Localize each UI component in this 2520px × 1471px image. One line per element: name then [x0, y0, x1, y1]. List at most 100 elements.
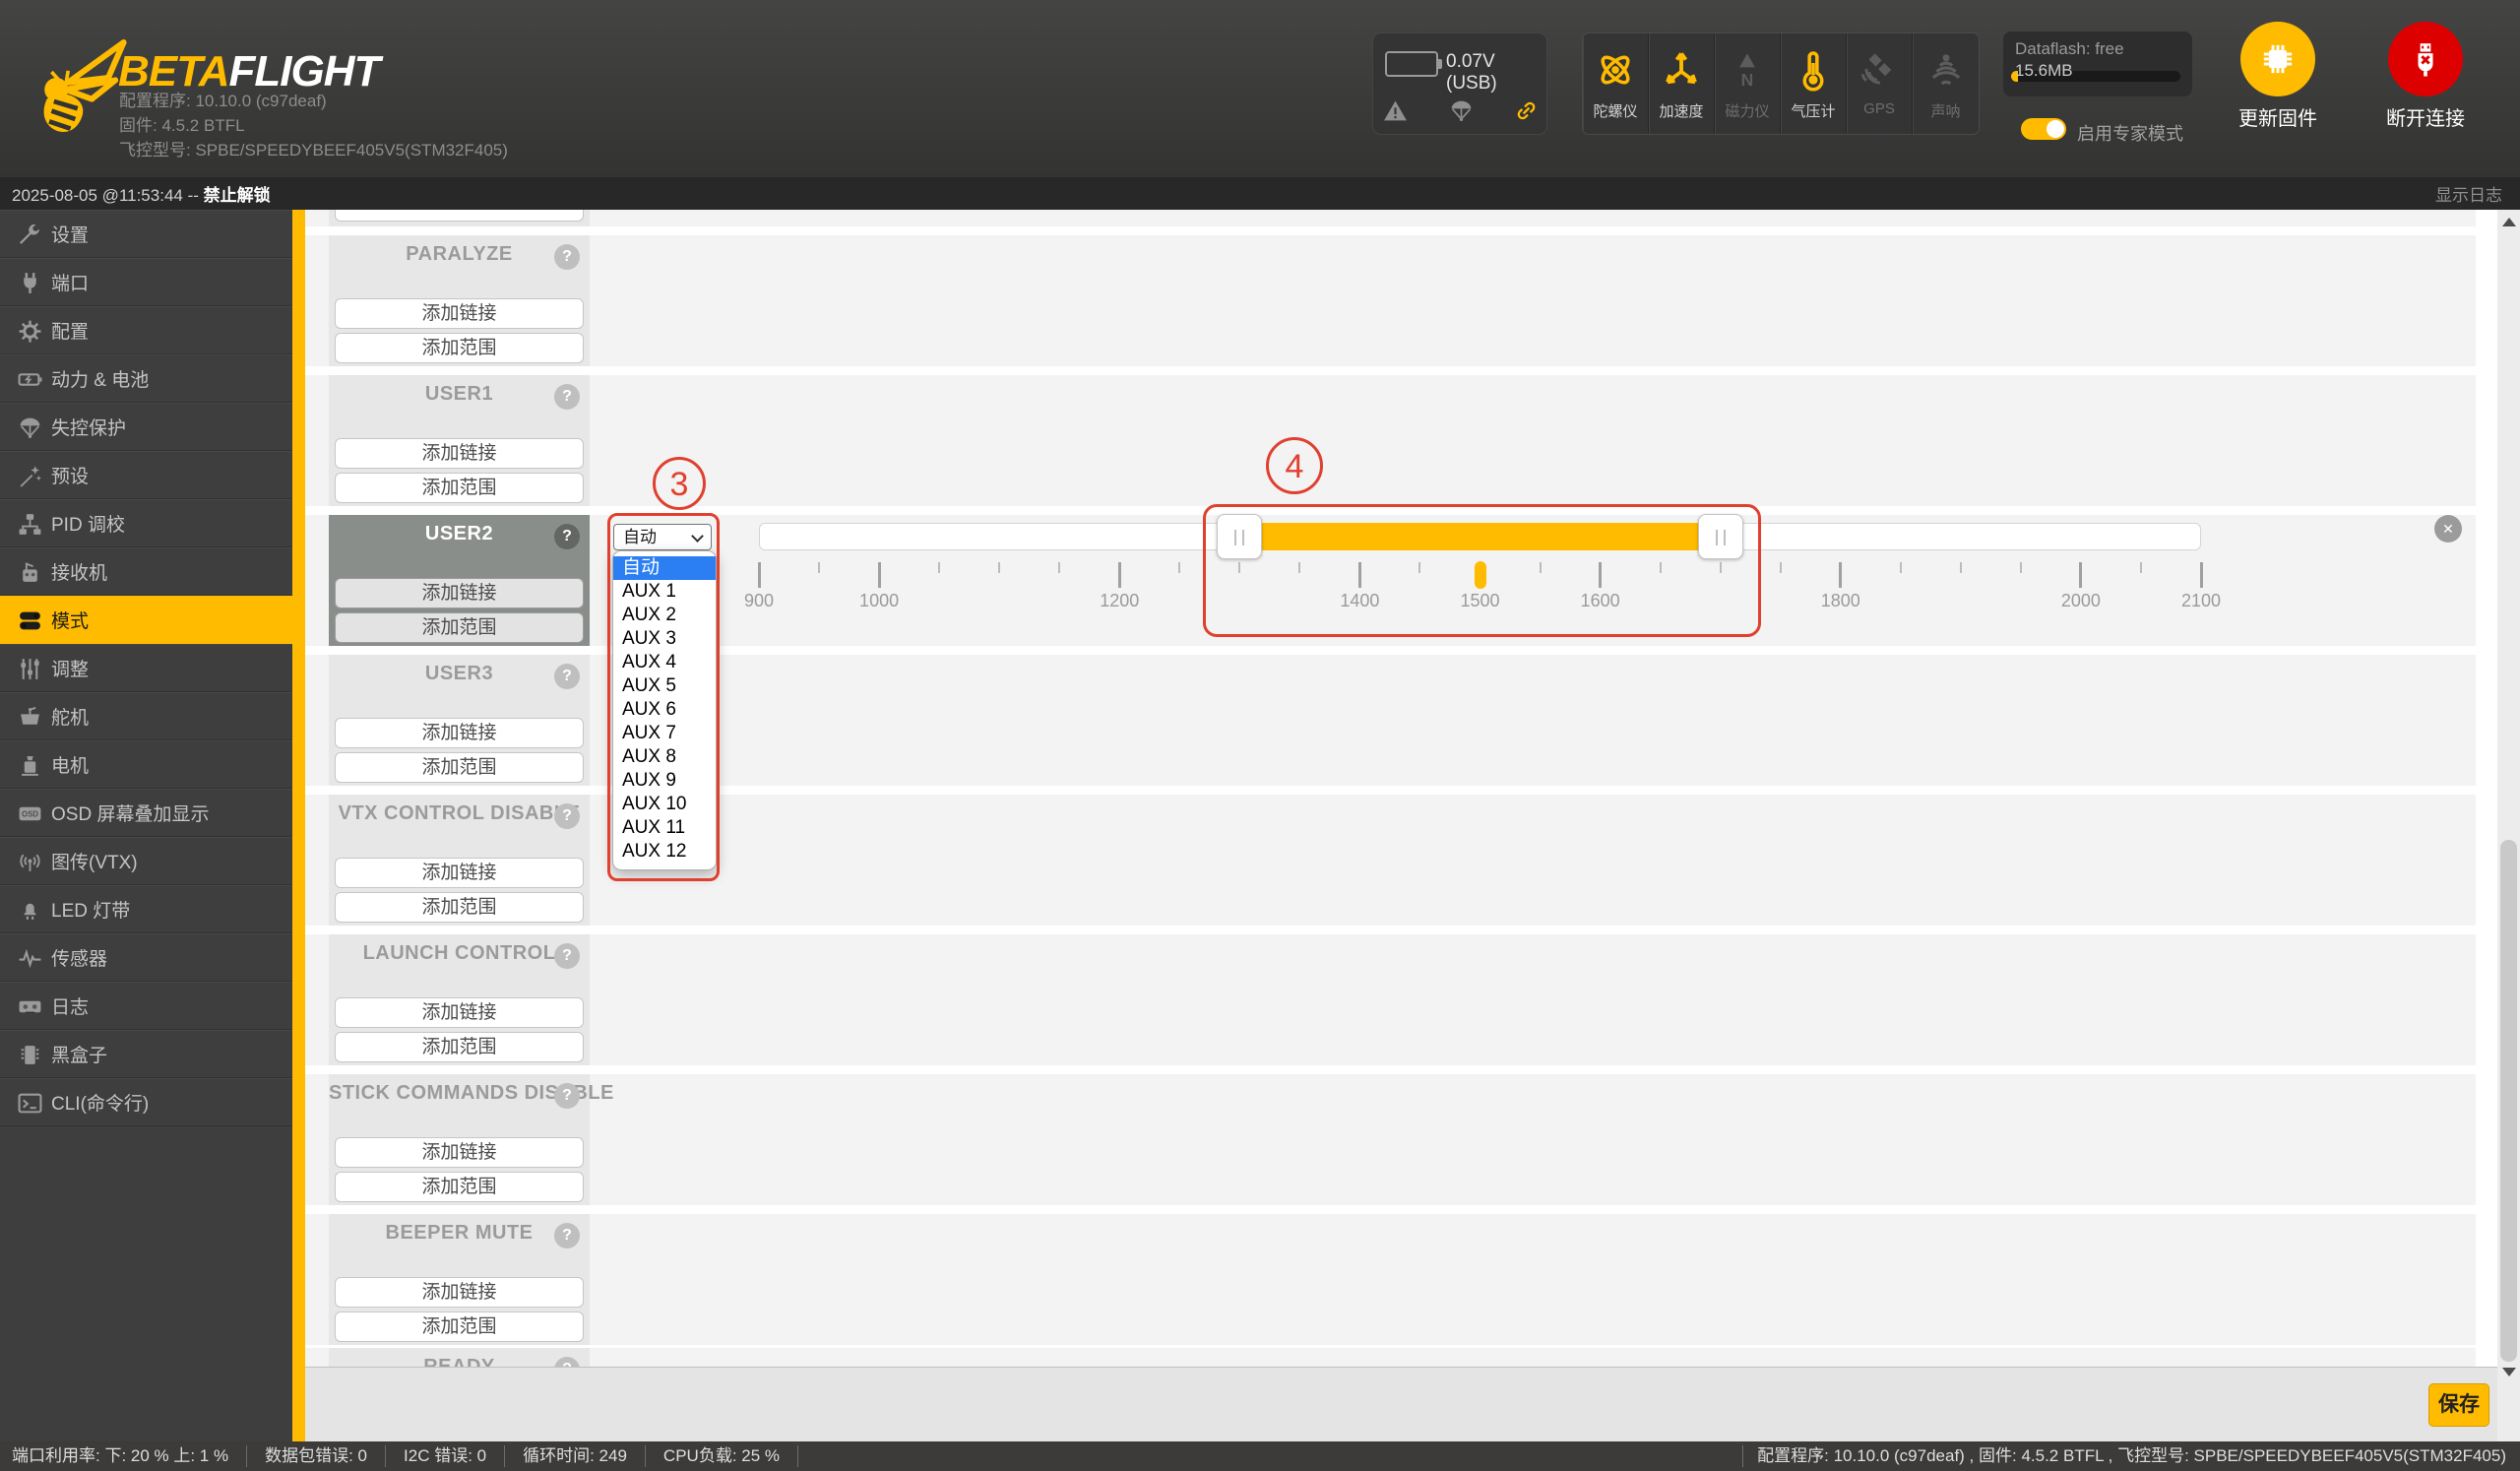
dropdown-option-1[interactable]: AUX 1 — [613, 580, 716, 604]
dropdown-option-0[interactable]: 自动 — [613, 556, 716, 580]
ruler-tick-1850 — [1900, 562, 1902, 573]
ruler-label-1600: 1600 — [1581, 591, 1620, 611]
dropdown-option-6[interactable]: AUX 6 — [613, 698, 716, 722]
sidebar-item-pid-tuning[interactable]: PID 调校 — [0, 499, 292, 547]
delete-range-button[interactable]: ✕ — [2434, 515, 2462, 543]
ruler-tick-1450 — [1418, 562, 1420, 573]
board-target: 飞控型号: SPBE/SPEEDYBEEF405V5(STM32F405) — [119, 138, 508, 162]
mode-card-paralyze: PARALYZE ? 添加链接 添加范围 — [329, 235, 590, 366]
help-icon[interactable]: ? — [554, 384, 580, 410]
mode-card-launch-control: LAUNCH CONTROL ? 添加链接 添加范围 — [329, 934, 590, 1065]
add-link-button[interactable]: 添加链接 — [335, 997, 584, 1028]
help-icon[interactable]: ? — [554, 943, 580, 969]
add-range-button[interactable]: 添加范围 — [335, 1311, 584, 1342]
dropdown-option-5[interactable]: AUX 5 — [613, 674, 716, 698]
help-icon[interactable]: ? — [554, 524, 580, 549]
sidebar-item-sensors[interactable]: 传感器 — [0, 933, 292, 982]
update-firmware-button[interactable]: 更新固件 — [2231, 22, 2325, 131]
sidebar-item-led-strip[interactable]: LED 灯带 — [0, 885, 292, 933]
dropdown-option-11[interactable]: AUX 11 — [613, 816, 716, 840]
mode-row-stick-commands-disable: STICK COMMANDS DISABLE ? 添加链接 添加范围 — [305, 1074, 2476, 1205]
firmware-chip-icon — [2240, 22, 2315, 96]
add-range-button[interactable]: 添加范围 — [335, 473, 584, 503]
modes-icon — [18, 608, 42, 633]
sidebar-item-power-battery[interactable]: 动力 & 电池 — [0, 354, 292, 403]
ruler-label-2100: 2100 — [2181, 591, 2221, 611]
range-end-handle[interactable] — [1698, 514, 1743, 559]
accel-icon — [1661, 47, 1702, 93]
dataflash-free-size: 15.6MB — [2015, 61, 2073, 81]
sidebar-item-cli[interactable]: CLI(命令行) — [0, 1078, 292, 1126]
scroll-down-arrow-icon[interactable] — [2502, 1368, 2516, 1376]
add-link-button[interactable]: 添加链接 — [335, 858, 584, 888]
scroll-up-arrow-icon[interactable] — [2502, 218, 2516, 226]
show-log-button[interactable]: 显示日志 — [2435, 181, 2502, 206]
sidebar-item-failsafe[interactable]: 失控保护 — [0, 403, 292, 451]
add-link-button[interactable]: 添加链接 — [335, 718, 584, 748]
dropdown-option-12[interactable]: AUX 12 — [613, 840, 716, 863]
help-icon[interactable]: ? — [554, 244, 580, 270]
sidebar-item-modes[interactable]: 模式 — [0, 596, 292, 644]
battery-status: 0.07V (USB) — [1372, 32, 1547, 135]
sidebar-item-settings[interactable]: 设置 — [0, 210, 292, 258]
scrollbar-thumb[interactable] — [2500, 840, 2517, 1362]
sidebar-item-motors[interactable]: 电机 — [0, 740, 292, 789]
sensor-gps: GPS — [1847, 33, 1913, 134]
dataflash-title: Dataflash: free — [2015, 39, 2124, 59]
dropdown-option-2[interactable]: AUX 2 — [613, 604, 716, 627]
dropdown-option-9[interactable]: AUX 9 — [613, 769, 716, 793]
add-link-button[interactable]: 添加链接 — [335, 298, 584, 329]
sidebar-accent-strip — [292, 210, 305, 1441]
add-range-button[interactable]: 添加范围 — [335, 1172, 584, 1202]
aux-channel-select[interactable]: 自动 — [613, 524, 712, 550]
help-icon[interactable]: ? — [554, 664, 580, 689]
sidebar-item-servos[interactable]: 舵机 — [0, 692, 292, 740]
sidebar-item-logging[interactable]: 日志 — [0, 982, 292, 1030]
sidebar-item-configuration[interactable]: 配置 — [0, 306, 292, 354]
betaflight-configurator-window: BETAFLIGHT 配置程序: 10.10.0 (c97deaf) 固件: 4… — [0, 0, 2520, 1471]
add-link-button[interactable]: 添加链接 — [335, 438, 584, 469]
add-link-button[interactable]: 添加链接 — [335, 578, 584, 608]
help-icon[interactable]: ? — [554, 1083, 580, 1109]
sidebar-item-receiver[interactable]: 接收机 — [0, 547, 292, 596]
ruler-tick-1550 — [1540, 562, 1542, 573]
help-icon[interactable]: ? — [554, 803, 580, 829]
dropdown-option-7[interactable]: AUX 7 — [613, 722, 716, 745]
mode-title: LAUNCH CONTROL — [329, 942, 590, 965]
sensor-status-bar: 陀螺仪 加速度 N 磁力仪 气压计 GPS 声呐 — [1582, 32, 1980, 135]
sensor-accel: 加速度 — [1649, 33, 1715, 134]
sidebar-item-blackbox[interactable]: 黑盒子 — [0, 1030, 292, 1078]
expert-mode-toggle[interactable] — [2021, 118, 2066, 140]
motor-icon — [18, 753, 42, 778]
status-version-info: 配置程序: 10.10.0 (c97deaf) , 固件: 4.5.2 BTFL… — [1742, 1445, 2520, 1467]
sidebar-item-adjustments[interactable]: 调整 — [0, 644, 292, 692]
ruler-tick-950 — [818, 562, 820, 573]
dropdown-option-3[interactable]: AUX 3 — [613, 627, 716, 651]
add-link-button[interactable]: 添加链接 — [335, 1137, 584, 1168]
dropdown-option-8[interactable]: AUX 8 — [613, 745, 716, 769]
add-range-button[interactable]: 添加范围 — [335, 752, 584, 783]
disconnect-button[interactable]: 断开连接 — [2378, 22, 2473, 131]
ruler-tick-1050 — [938, 562, 940, 573]
status-bar: 端口利用率: 下: 20 % 上: 1 %数据包错误: 0I2C 错误: 0循环… — [0, 1441, 2520, 1471]
mode-title: VTX CONTROL DISABLE — [329, 802, 590, 825]
sidebar-item-ports[interactable]: 端口 — [0, 258, 292, 306]
help-icon[interactable]: ? — [554, 1223, 580, 1248]
clipped-add-range-button[interactable] — [335, 210, 584, 222]
vertical-scrollbar[interactable] — [2497, 210, 2520, 1441]
dropdown-option-10[interactable]: AUX 10 — [613, 793, 716, 816]
mode-card-user1: USER1 ? 添加链接 添加范围 — [329, 375, 590, 506]
range-start-handle[interactable] — [1217, 514, 1262, 559]
add-range-button[interactable]: 添加范围 — [335, 892, 584, 923]
ruler-tick-1800 — [1839, 562, 1842, 588]
add-range-button[interactable]: 添加范围 — [335, 612, 584, 643]
sidebar-item-presets[interactable]: 预设 — [0, 451, 292, 499]
add-range-button[interactable]: 添加范围 — [335, 333, 584, 363]
log-bar: 2025-08-05 @11:53:44 -- 禁止解锁 显示日志 — [0, 177, 2520, 210]
sidebar-item-osd[interactable]: OSD OSD 屏幕叠加显示 — [0, 789, 292, 837]
dropdown-option-4[interactable]: AUX 4 — [613, 651, 716, 674]
save-button[interactable]: 保存 — [2428, 1383, 2489, 1427]
add-range-button[interactable]: 添加范围 — [335, 1032, 584, 1062]
add-link-button[interactable]: 添加链接 — [335, 1277, 584, 1308]
sidebar-item-video-transmitter[interactable]: 图传(VTX) — [0, 837, 292, 885]
